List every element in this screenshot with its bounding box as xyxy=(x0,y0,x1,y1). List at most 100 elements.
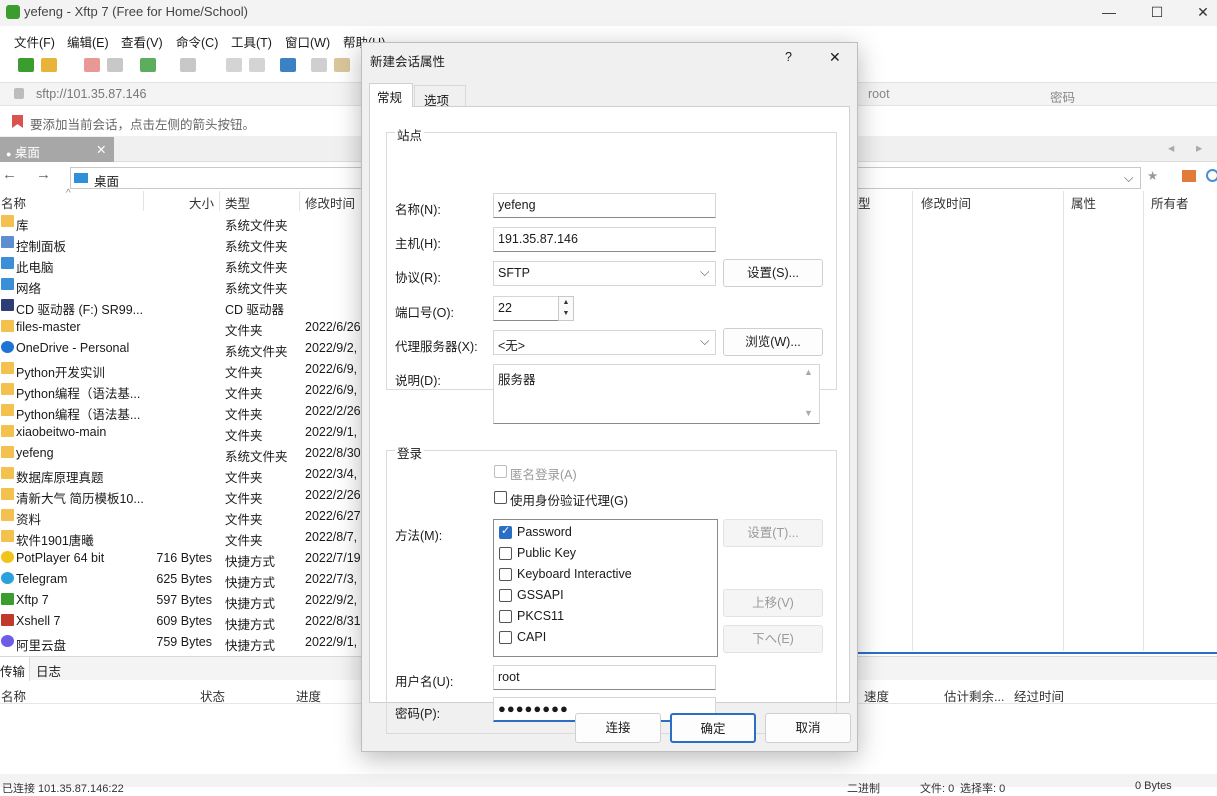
col-name[interactable]: 名称 xyxy=(1,193,26,212)
agent-checkbox[interactable] xyxy=(494,491,507,504)
table-row[interactable]: yefeng 系统文件夹 2022/8/30 xyxy=(0,443,362,464)
remote-col-type[interactable]: 型 xyxy=(858,193,871,212)
table-row[interactable]: 此电脑 系统文件夹 xyxy=(0,254,362,275)
table-row[interactable]: 软件1901唐曦 文件夹 2022/8/7, xyxy=(0,527,362,548)
cancel-button[interactable]: 取消 xyxy=(765,713,851,743)
move-up-button[interactable]: 上移(V) xyxy=(723,589,823,617)
table-row[interactable]: Telegram 625 Bytes 快捷方式 2022/7/3, xyxy=(0,569,362,590)
tab-options[interactable]: 选项 xyxy=(414,85,466,108)
disconnect-icon[interactable] xyxy=(84,58,100,72)
dialog-close-button[interactable]: ✕ xyxy=(829,49,841,66)
copy-icon[interactable] xyxy=(226,58,242,72)
transfer-col-speed[interactable]: 速度 xyxy=(864,686,889,705)
connect-button[interactable]: 连接 xyxy=(575,713,661,743)
anonymous-checkbox[interactable] xyxy=(494,465,507,478)
method-checkbox[interactable] xyxy=(499,589,512,602)
paste-icon[interactable] xyxy=(249,58,265,72)
local-path-box[interactable]: 桌面 xyxy=(70,167,362,189)
tab-log[interactable]: 日志 xyxy=(36,661,61,680)
col-type[interactable]: 类型 xyxy=(225,193,250,212)
tab-close-icon[interactable]: ✕ xyxy=(96,142,106,157)
password-field[interactable]: 密码 xyxy=(1050,87,1075,106)
method-settings-button[interactable]: 设置(T)... xyxy=(723,519,823,547)
tab-scroll-left-icon[interactable]: ◂ xyxy=(1168,140,1174,155)
menu-window[interactable]: 窗口(W) xyxy=(285,32,330,51)
table-row[interactable]: 阿里云盘 759 Bytes 快捷方式 2022/9/1, xyxy=(0,632,362,653)
transfer-col-status[interactable]: 状态 xyxy=(200,686,225,705)
view-icon[interactable] xyxy=(180,58,196,72)
col-modified[interactable]: 修改时间 xyxy=(305,193,355,212)
address-url[interactable]: sftp://101.35.87.146 xyxy=(36,87,147,101)
tab-transfer[interactable]: 传输 xyxy=(0,657,30,681)
table-row[interactable]: xiaobeitwo-main 文件夹 2022/9/1, xyxy=(0,422,362,443)
menu-command[interactable]: 命令(C) xyxy=(176,32,218,51)
table-row[interactable]: 库 系统文件夹 xyxy=(0,212,362,233)
star-icon[interactable]: ★ xyxy=(1147,168,1158,183)
table-row[interactable]: PotPlayer 64 bit 716 Bytes 快捷方式 2022/7/19 xyxy=(0,548,362,569)
proxy-browse-button[interactable]: 浏览(W)... xyxy=(723,328,823,356)
method-checkbox[interactable] xyxy=(499,568,512,581)
transfer-icon[interactable] xyxy=(280,58,296,72)
menu-edit[interactable]: 编辑(E) xyxy=(67,32,109,51)
port-input[interactable]: 22 xyxy=(493,296,559,321)
table-row[interactable]: 控制面板 系统文件夹 xyxy=(0,233,362,254)
menu-file[interactable]: 文件(F) xyxy=(14,32,55,51)
table-row[interactable]: files-master 文件夹 2022/6/26 xyxy=(0,317,362,338)
minimize-button[interactable]: — xyxy=(1086,0,1132,26)
tab-general[interactable]: 常规 xyxy=(369,83,413,107)
table-row[interactable]: Python编程（语法基... 文件夹 2022/6/9, xyxy=(0,380,362,401)
refresh-icon[interactable] xyxy=(1206,169,1217,182)
move-down-button[interactable]: 下へ(E) xyxy=(723,625,823,653)
table-row[interactable]: OneDrive - Personal 系统文件夹 2022/9/2, xyxy=(0,338,362,359)
remote-col-modified[interactable]: 修改时间 xyxy=(921,193,971,212)
transfer-col-remaining[interactable]: 估计剩余... xyxy=(944,686,1004,705)
port-spinner[interactable]: ▲ ▼ xyxy=(558,296,574,321)
help-button[interactable]: ? xyxy=(785,50,792,64)
username-input[interactable]: root xyxy=(493,665,716,690)
clipboard-icon[interactable] xyxy=(334,58,350,72)
ok-button[interactable]: 确定 xyxy=(670,713,756,743)
host-input[interactable]: 191.35.87.146 xyxy=(493,227,716,252)
menu-tools[interactable]: 工具(T) xyxy=(231,32,272,51)
method-checkbox[interactable] xyxy=(499,610,512,623)
maximize-button[interactable]: ☐ xyxy=(1134,0,1180,26)
scroll-down-icon[interactable]: ▼ xyxy=(804,408,813,418)
remote-path-box[interactable]: ⌵ xyxy=(857,167,1141,189)
transfer-col-elapsed[interactable]: 经过时间 xyxy=(1014,686,1064,705)
path-dropdown-icon[interactable]: ⌵ xyxy=(1124,171,1133,186)
home-icon[interactable] xyxy=(1182,170,1196,182)
tab-desktop[interactable]: ● 桌面 ✕ xyxy=(0,137,114,162)
transfer-col-progress[interactable]: 进度 xyxy=(296,686,321,705)
tab-scroll-right-icon[interactable]: ▸ xyxy=(1196,140,1202,155)
table-row[interactable]: Python开发实训 文件夹 2022/6/9, xyxy=(0,359,362,380)
remote-col-attr[interactable]: 属性 xyxy=(1071,193,1096,212)
table-row[interactable]: 资料 文件夹 2022/6/27 xyxy=(0,506,362,527)
method-checkbox[interactable]: ✓ xyxy=(499,525,512,539)
name-input[interactable]: yefeng xyxy=(493,193,716,218)
transfer-col-name[interactable]: 名称 xyxy=(1,686,26,705)
link-icon[interactable] xyxy=(107,58,123,72)
method-checkbox[interactable] xyxy=(499,631,512,644)
col-size[interactable]: 大小 xyxy=(189,193,214,212)
table-row[interactable]: Xshell 7 609 Bytes 快捷方式 2022/8/31 xyxy=(0,611,362,632)
protocol-settings-button[interactable]: 设置(S)... xyxy=(723,259,823,287)
proxy-select[interactable]: <无> ⌵ xyxy=(493,330,716,355)
table-row[interactable]: 清新大气 简历模板10... 文件夹 2022/2/26 xyxy=(0,485,362,506)
remote-col-owner[interactable]: 所有者 xyxy=(1151,193,1189,212)
protocol-select[interactable]: SFTP ⌵ xyxy=(493,261,716,286)
settings-icon[interactable] xyxy=(140,58,156,72)
table-row[interactable]: 数据库原理真题 文件夹 2022/3/4, xyxy=(0,464,362,485)
table-row[interactable]: 网络 系统文件夹 xyxy=(0,275,362,296)
description-textarea[interactable]: 服务器 ▲ ▼ xyxy=(493,364,820,424)
table-row[interactable]: Xftp 7 597 Bytes 快捷方式 2022/9/2, xyxy=(0,590,362,611)
forward-icon[interactable]: → xyxy=(36,166,51,183)
method-checkbox[interactable] xyxy=(499,547,512,560)
scroll-up-icon[interactable]: ▲ xyxy=(804,367,813,377)
close-window-button[interactable]: ✕ xyxy=(1180,0,1217,26)
new-session-icon[interactable] xyxy=(18,58,34,72)
table-row[interactable]: CD 驱动器 (F:) SR99... CD 驱动器 xyxy=(0,296,362,317)
duplicate-icon[interactable] xyxy=(311,58,327,72)
username-field[interactable]: root xyxy=(868,87,890,101)
bookmark-icon[interactable] xyxy=(12,115,23,128)
table-row[interactable]: Python编程（语法基... 文件夹 2022/2/26 xyxy=(0,401,362,422)
